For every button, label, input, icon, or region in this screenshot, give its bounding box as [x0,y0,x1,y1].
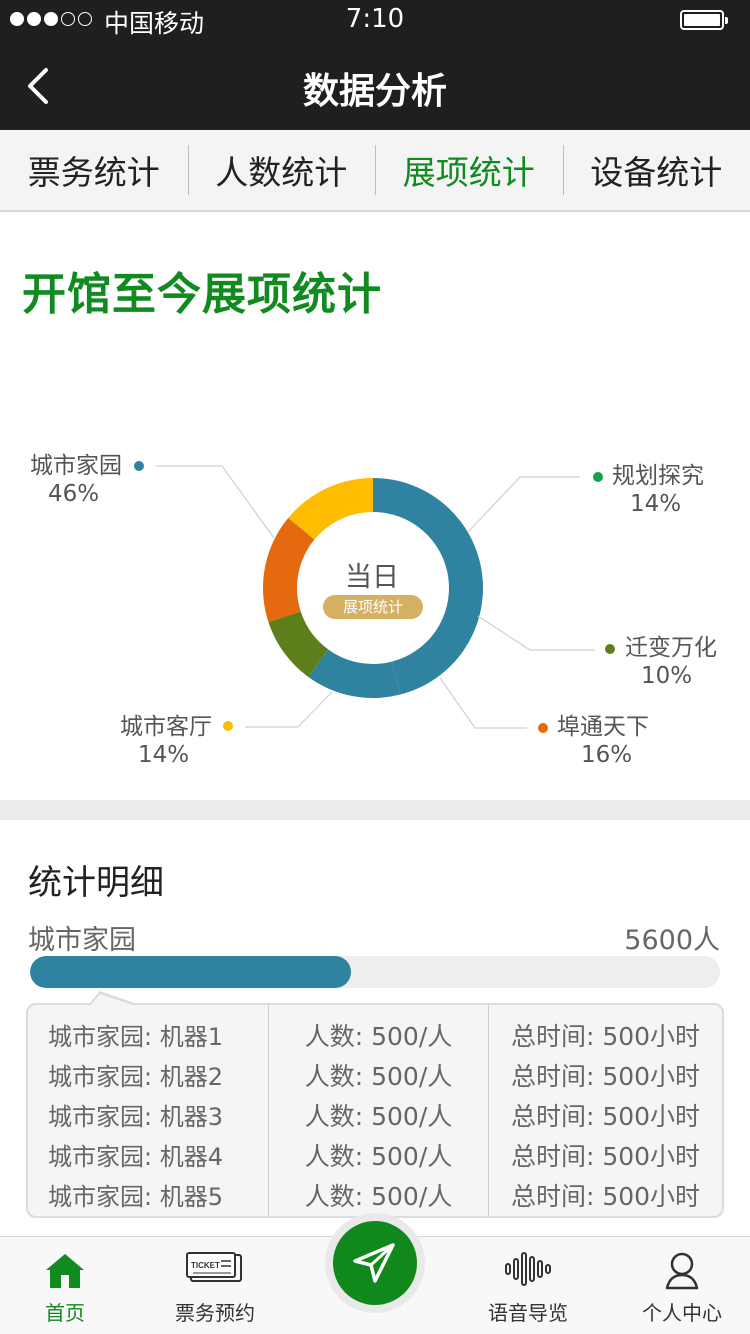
detail-item-count: 5600人 [624,925,720,956]
bottom-tab-audio-guide[interactable]: 语音导览 [453,1237,603,1334]
bottom-tab-home[interactable]: 首页 [0,1237,140,1334]
battery-icon [680,10,728,30]
svg-text:TICKET: TICKET [191,1261,220,1270]
detail-progress-bar [30,956,720,988]
tab-visitor-stats[interactable]: 人数统计 [187,130,376,210]
section-divider [0,800,750,820]
home-icon [46,1254,84,1288]
machine-name: 城市家园: 机器1 [48,1023,223,1051]
machine-name: 城市家园: 机器4 [48,1143,223,1171]
audio-wave-icon [505,1252,551,1286]
time-column: 总时间: 500小时 总时间: 500小时 总时间: 500小时 总时间: 50… [488,1005,722,1216]
section-title: 开馆至今展项统计 [22,269,382,320]
total-time: 总时间: 500小时 [510,1022,701,1051]
leader-line-1 [467,476,580,533]
total-time: 总时间: 500小时 [510,1182,701,1211]
legend-dot-1 [593,472,603,482]
chart-center-label: 当日 [345,562,399,593]
detail-item-name: 城市家园 [28,925,136,956]
leader-line-3 [439,677,527,729]
machine-name: 城市家园: 机器5 [48,1183,223,1211]
navigate-button[interactable] [325,1213,425,1313]
leader-line-0 [156,465,275,539]
total-time: 总时间: 500小时 [510,1142,701,1171]
leader-line-4 [245,691,333,728]
machine-column: 城市家园: 机器1 城市家园: 机器2 城市家园: 机器3 城市家园: 机器4 … [28,1005,268,1216]
slice-label-3: 埠通天下 16% [557,714,649,768]
people-count: 人数: 500/人 [304,1062,453,1091]
legend-dot-0 [134,461,144,471]
detail-popup: 城市家园: 机器1 城市家园: 机器2 城市家园: 机器3 城市家园: 机器4 … [26,991,724,1218]
machine-name: 城市家园: 机器3 [48,1103,223,1131]
tab-ticket-stats[interactable]: 票务统计 [0,130,188,210]
clock: 7:10 [345,4,405,34]
legend-dot-3 [538,723,548,733]
chart-center-badge: 展项统计 [323,595,423,619]
tab-exhibit-stats[interactable]: 展项统计 [375,130,563,210]
status-bar: 中国移动 7:10 [0,0,750,40]
slice-label-0: 城市家园 46% [30,453,122,507]
people-count: 人数: 500/人 [304,1182,453,1211]
legend-dot-4 [223,721,233,731]
people-count: 人数: 500/人 [304,1102,453,1131]
nav-bar: 数据分析 [0,40,750,130]
slice-label-1: 规划探究 14% [612,463,704,517]
people-column: 人数: 500/人 人数: 500/人 人数: 500/人 人数: 500/人 … [268,1005,488,1216]
ticket-icon: TICKET [186,1252,242,1282]
people-count: 人数: 500/人 [304,1022,453,1051]
tab-bar: 票务统计 人数统计 展项统计 设备统计 [0,130,750,212]
bottom-tab-profile[interactable]: 个人中心 [607,1237,750,1334]
machine-name: 城市家园: 机器2 [48,1063,223,1091]
total-time: 总时间: 500小时 [510,1062,701,1091]
slice-label-4: 城市客厅 14% [120,714,212,768]
user-icon [665,1252,699,1290]
send-arrow-icon [353,1243,395,1283]
exhibit-donut-chart: 当日 展项统计 城市家园 46% 规划探究 14% 迁变万化 10% 埠通天下 … [0,340,750,800]
legend-dot-2 [605,644,615,654]
progress-fill [30,956,351,988]
page-title: 数据分析 [302,71,447,112]
bottom-tab-tickets[interactable]: TICKET 票务预约 [140,1237,290,1334]
tab-device-stats[interactable]: 设备统计 [562,130,750,210]
detail-title: 统计明细 [28,863,164,903]
slice-label-2: 迁变万化 10% [625,635,717,689]
people-count: 人数: 500/人 [304,1142,453,1171]
leader-line-2 [477,615,595,651]
total-time: 总时间: 500小时 [510,1102,701,1131]
